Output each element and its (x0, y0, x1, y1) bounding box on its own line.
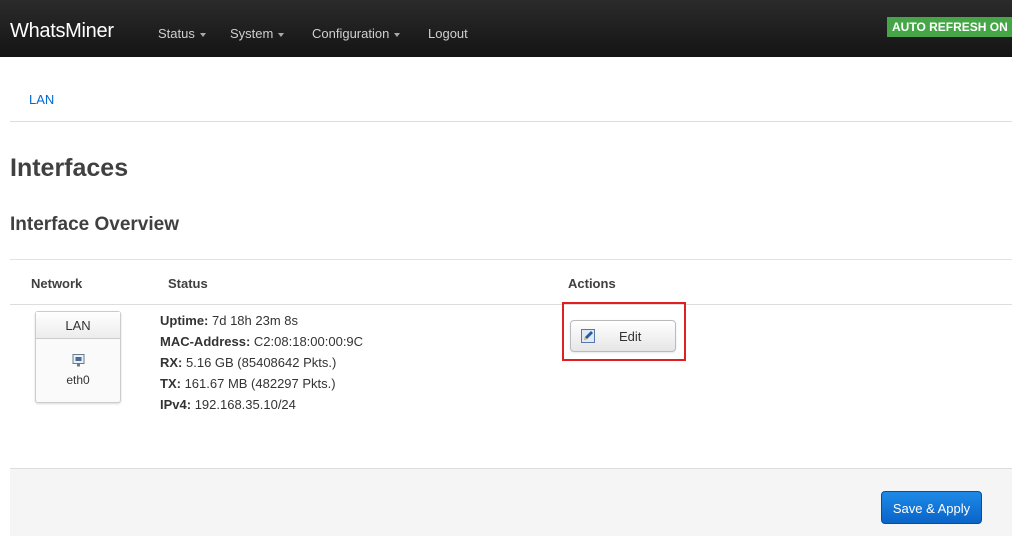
caret-down-icon (278, 32, 285, 37)
tx-label: TX: (160, 376, 181, 391)
auto-refresh-toggle[interactable]: AUTO REFRESH ON (887, 17, 1012, 37)
edit-button[interactable]: Edit (570, 320, 676, 352)
column-header-network: Network (31, 276, 83, 291)
status-mac-address: MAC-Address: C2:08:18:00:00:9C (160, 334, 363, 349)
network-device: eth0 (66, 373, 90, 387)
nav-menu-logout[interactable]: Logout (428, 26, 468, 41)
status-ipv4: IPv4: 192.168.35.10/24 (160, 397, 296, 412)
caret-down-icon (394, 32, 401, 37)
ipv4-label: IPv4: (160, 397, 192, 412)
page-title: Interfaces (10, 154, 129, 182)
tab-divider (10, 121, 1012, 122)
edit-button-label: Edit (619, 329, 642, 344)
mac-label: MAC-Address: (160, 334, 251, 349)
tab-lan[interactable]: LAN (29, 92, 54, 107)
uptime-value: 7d 18h 23m 8s (208, 313, 299, 328)
uptime-label: Uptime: (160, 313, 209, 328)
nav-menu-status[interactable]: Status (158, 26, 206, 41)
nav-menu-configuration-label: Configuration (312, 26, 390, 41)
edit-pencil-icon (581, 329, 595, 343)
rx-value: 5.16 GB (85408642 Pkts.) (182, 355, 337, 370)
save-apply-button[interactable]: Save & Apply (881, 491, 982, 524)
nav-menu-logout-label: Logout (428, 26, 468, 41)
network-name: LAN (36, 312, 120, 339)
brand-logo[interactable]: WhatsMiner (10, 20, 114, 43)
top-navbar: WhatsMiner Status System Configuration L… (0, 0, 1012, 57)
nav-menu-system[interactable]: System (230, 26, 285, 41)
section-title: Interface Overview (10, 214, 179, 235)
status-rx: RX: 5.16 GB (85408642 Pkts.) (160, 355, 336, 370)
table-header-divider (10, 304, 1012, 305)
mac-value: C2:08:18:00:00:9C (250, 334, 364, 349)
column-header-actions: Actions (568, 276, 616, 291)
caret-down-icon (199, 32, 206, 37)
tx-value: 161.67 MB (482297 Pkts.) (180, 376, 336, 391)
network-badge-lan: LAN eth0 (35, 311, 121, 403)
ipv4-value: 192.168.35.10/24 (191, 397, 296, 412)
ethernet-port-icon (72, 354, 85, 367)
status-uptime: Uptime: 7d 18h 23m 8s (160, 313, 298, 328)
table-top-border (10, 259, 1012, 260)
rx-label: RX: (160, 355, 183, 370)
nav-menu-system-label: System (230, 26, 274, 41)
nav-menu-status-label: Status (158, 26, 195, 41)
form-actions-bar (10, 468, 1012, 536)
nav-menu-configuration[interactable]: Configuration (312, 26, 401, 41)
column-header-status: Status (168, 276, 208, 291)
status-tx: TX: 161.67 MB (482297 Pkts.) (160, 376, 336, 391)
